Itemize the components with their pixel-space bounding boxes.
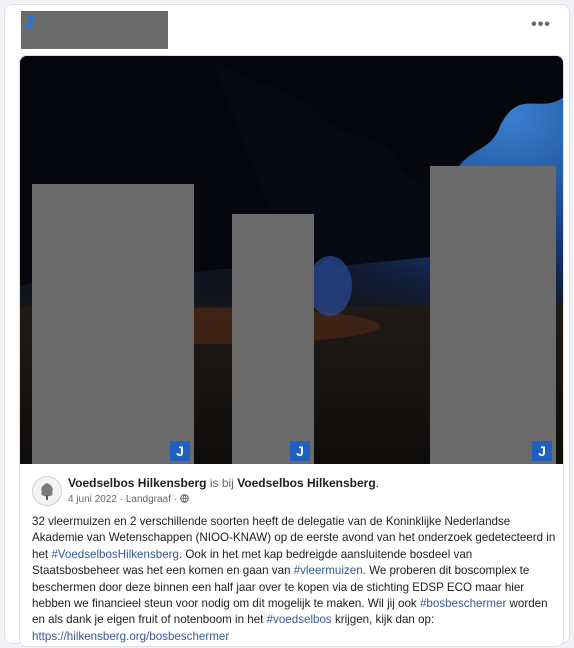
post-text: 32 vleermuizen en 2 verschillende soorte… — [32, 514, 556, 645]
hashtag-voedselboshilkensberg[interactable]: #VoedselbosHilkensberg — [51, 548, 179, 561]
shared-post[interactable]: J J J Voedselbos Hilkensberg is bij Voed… — [19, 55, 564, 647]
profile-initial: J — [24, 12, 35, 32]
meta-separator-2: · — [170, 494, 180, 505]
page-logo-avatar[interactable] — [32, 476, 62, 506]
author-line: Voedselbos Hilkensberg is bij Voedselbos… — [68, 476, 379, 490]
globe-privacy-icon[interactable] — [179, 494, 189, 503]
hashtag-vleermuizen[interactable]: #vleermuizen — [294, 564, 363, 577]
hashtag-voedselbos[interactable]: #voedselbos — [267, 613, 332, 626]
external-link[interactable]: https://hilkensberg.org/bosbeschermer — [32, 630, 229, 643]
post-card: J ••• J J J Voedselbos Hilkensberg is bi… — [4, 4, 570, 647]
redacted-person-3 — [430, 166, 556, 464]
redacted-person-2 — [232, 214, 314, 464]
hashtag-bosbeschermer[interactable]: #bosbeschermer — [420, 597, 506, 610]
author-connector: is bij — [206, 476, 238, 490]
post-place[interactable]: Landgraaf — [126, 494, 171, 505]
post-meta: 4 juni 2022 · Landgraaf · — [68, 494, 189, 505]
post-text-part-5: krijgen, kijk dan op: — [331, 613, 435, 627]
person-tag-badge-1[interactable]: J — [170, 441, 190, 461]
meta-separator: · — [116, 494, 126, 505]
redacted-profile-header: J — [21, 11, 168, 49]
author-period: . — [375, 476, 380, 490]
person-tag-badge-3[interactable]: J — [532, 441, 552, 461]
tree-logo-icon — [34, 478, 60, 504]
person-tag-badge-2[interactable]: J — [290, 441, 310, 461]
more-options-icon[interactable]: ••• — [529, 17, 553, 37]
location-page-link[interactable]: Voedselbos Hilkensberg — [237, 476, 376, 490]
post-date-link[interactable]: 4 juni 2022 — [68, 494, 117, 505]
redacted-person-1 — [32, 184, 194, 464]
post-photo[interactable]: J J J — [20, 56, 563, 464]
author-name-link[interactable]: Voedselbos Hilkensberg — [68, 476, 207, 490]
